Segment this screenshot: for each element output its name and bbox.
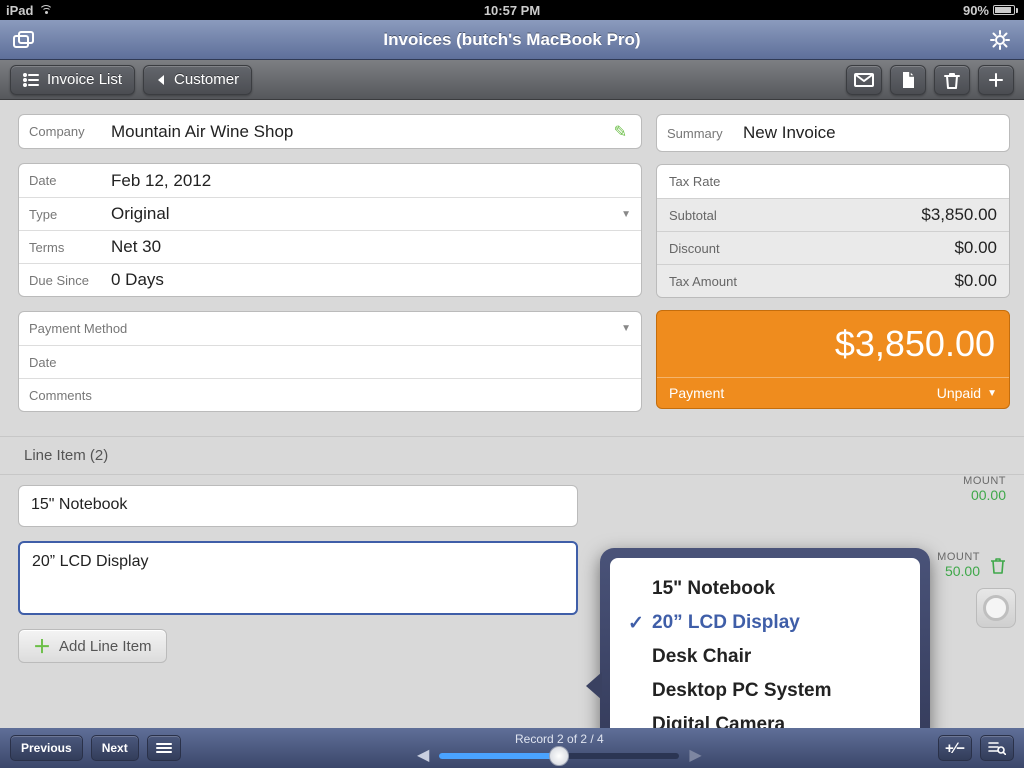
page-title: Invoices (butch's MacBook Pro): [38, 30, 986, 50]
payment-status-value[interactable]: Unpaid: [937, 385, 981, 401]
add-line-item-button[interactable]: ＋ Add Line Item: [18, 629, 167, 663]
delete-button[interactable]: [934, 65, 970, 95]
battery-icon: [993, 5, 1018, 15]
payment-method-row[interactable]: Payment Method ▼: [19, 312, 641, 345]
amount-header: MOUNT: [937, 551, 980, 563]
finance-card: Tax Rate Subtotal $3,850.00 Discount $0.…: [656, 164, 1010, 298]
prev-record-icon[interactable]: ◀: [417, 748, 429, 764]
clock: 10:57 PM: [484, 3, 540, 18]
date-value: Feb 12, 2012: [111, 171, 631, 191]
due-value: 0 Days: [111, 270, 631, 290]
customer-back-button[interactable]: Customer: [143, 65, 252, 95]
search-records-button[interactable]: [980, 735, 1014, 761]
total-amount: $3,850.00: [657, 311, 1009, 378]
add-line-item-label: Add Line Item: [59, 638, 152, 655]
plus-icon: ＋: [33, 633, 51, 659]
subtotal-row: Subtotal $3,850.00: [657, 198, 1009, 231]
payment-date-row[interactable]: Date: [19, 345, 641, 378]
line-item-amount: 50.00: [937, 563, 980, 579]
total-card: $3,850.00 Payment Unpaid ▼: [656, 310, 1010, 409]
tax-amount-row: Tax Amount $0.00: [657, 264, 1009, 297]
line-item-label: 15" Notebook: [31, 496, 127, 514]
line-item-amount: 00.00: [963, 487, 1006, 503]
device-label: iPad: [6, 3, 33, 18]
next-button[interactable]: Next: [91, 735, 139, 761]
main-body: Company Mountain Air Wine Shop ✎ Date Fe…: [0, 100, 1024, 768]
chevron-down-icon: ▼: [987, 388, 997, 399]
line-item[interactable]: 15" Notebook: [18, 485, 578, 527]
comments-row[interactable]: Comments: [19, 378, 641, 411]
ios-status-bar: iPad 10:57 PM 90%: [0, 0, 1024, 20]
next-record-icon[interactable]: ▶: [689, 748, 701, 764]
document-button[interactable]: [890, 65, 926, 95]
picker-option[interactable]: 15" Notebook: [610, 572, 920, 606]
picker-option[interactable]: Desk Chair: [610, 640, 920, 674]
terms-value: Net 30: [111, 237, 631, 257]
date-row[interactable]: Date Feb 12, 2012: [19, 164, 641, 197]
wifi-icon: [39, 5, 53, 15]
toolbar: Invoice List Customer: [0, 60, 1024, 100]
footer-bar: Previous Next Record 2 of 2 / 4 ◀ ▶ +∕−: [0, 728, 1024, 768]
scroll-knob[interactable]: [976, 588, 1016, 628]
payment-card: Payment Method ▼ Date Comments: [18, 311, 642, 412]
customer-label: Customer: [174, 71, 239, 88]
terms-row[interactable]: Terms Net 30: [19, 230, 641, 263]
add-button[interactable]: [978, 65, 1014, 95]
amount-header: MOUNT: [963, 475, 1006, 487]
type-row[interactable]: Type Original ▼: [19, 197, 641, 230]
edit-icon[interactable]: ✎: [610, 122, 631, 142]
line-item-label: 20” LCD Display: [32, 553, 148, 571]
company-value[interactable]: Mountain Air Wine Shop: [111, 122, 610, 142]
line-item-editing[interactable]: 20” LCD Display: [18, 541, 578, 615]
chevron-down-icon: ▼: [621, 209, 631, 220]
discount-row: Discount $0.00: [657, 231, 1009, 264]
picker-option-selected[interactable]: 20” LCD Display: [610, 606, 920, 640]
record-slider[interactable]: [439, 753, 679, 759]
chevron-down-icon: ▼: [621, 323, 631, 334]
type-value: Original: [111, 204, 621, 224]
due-row: Due Since 0 Days: [19, 263, 641, 296]
app-navbar: Invoices (butch's MacBook Pro): [0, 20, 1024, 60]
picker-option[interactable]: Desktop PC System: [610, 674, 920, 708]
payment-status-label: Payment: [669, 385, 724, 401]
windows-icon[interactable]: [10, 26, 38, 54]
summary-card: Summary New Invoice: [656, 114, 1010, 152]
calc-button[interactable]: +∕−: [938, 735, 972, 761]
invoice-list-button[interactable]: Invoice List: [10, 65, 135, 95]
gear-icon[interactable]: [986, 26, 1014, 54]
previous-button[interactable]: Previous: [10, 735, 83, 761]
list-view-button[interactable]: [147, 735, 181, 761]
company-label: Company: [29, 124, 111, 139]
details-card: Date Feb 12, 2012 Type Original ▼ Terms …: [18, 163, 642, 297]
invoice-list-label: Invoice List: [47, 71, 122, 88]
email-button[interactable]: [846, 65, 882, 95]
battery-percent: 90%: [963, 3, 989, 18]
summary-value[interactable]: New Invoice: [743, 123, 999, 143]
popover-arrow-icon: [586, 672, 602, 700]
company-card: Company Mountain Air Wine Shop ✎: [18, 114, 642, 149]
line-items-header: Line Item (2): [0, 436, 1024, 475]
record-label: Record 2 of 2 / 4: [515, 732, 604, 746]
trash-icon[interactable]: [990, 556, 1006, 574]
tax-rate-row[interactable]: Tax Rate: [657, 165, 1009, 198]
